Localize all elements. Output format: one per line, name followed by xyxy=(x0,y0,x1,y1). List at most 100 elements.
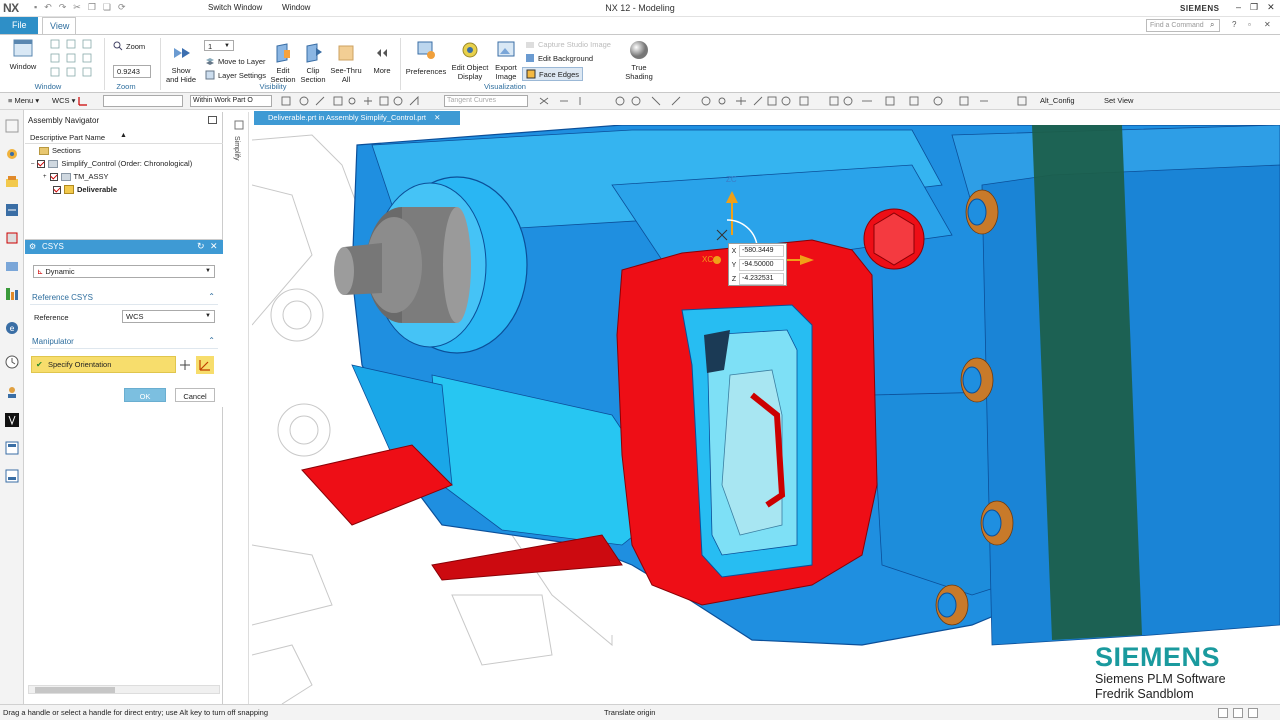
move-to-layer-button[interactable]: Move to Layer xyxy=(205,56,266,66)
tree-row-sections[interactable]: Sections xyxy=(39,146,81,155)
visibility-checkbox[interactable] xyxy=(37,159,46,168)
scrollbar-thumb[interactable] xyxy=(35,687,115,693)
tab-close-icon[interactable]: ✕ xyxy=(434,113,440,122)
show-hide-icon xyxy=(174,48,190,58)
pin-icon[interactable] xyxy=(234,120,244,130)
tab-file[interactable]: File xyxy=(0,17,38,34)
panel-maximize-icon[interactable] xyxy=(208,116,217,124)
system-scenes-icon[interactable] xyxy=(4,412,20,428)
tree-row-simplify-control[interactable]: – Simplify_Control (Order: Chronological… xyxy=(31,159,192,168)
xc-axis-label: XC xyxy=(702,255,714,264)
y-coordinate-field[interactable]: -94.50000 xyxy=(739,259,784,271)
roles-icon[interactable] xyxy=(4,384,20,400)
close-small-icon[interactable]: ✕ xyxy=(1264,20,1271,29)
reference-csys-section[interactable]: Reference CSYS ⌃ xyxy=(30,291,218,305)
config-select[interactable]: Alt_Config xyxy=(1040,96,1075,105)
graphics-viewport[interactable]: ZC XC X -580.3449 Y -94.50000 Z -4.232531 S… xyxy=(252,125,1280,704)
undo-icon[interactable]: ↶ xyxy=(44,2,52,13)
part-navigator-icon[interactable] xyxy=(4,174,20,190)
specify-orientation-field[interactable]: ✔ Specify Orientation xyxy=(31,356,176,373)
document-tab[interactable]: Deliverable.prt in Assembly Simplify_Con… xyxy=(254,111,460,125)
see-thru-all-button[interactable]: See-Thru All xyxy=(330,42,362,84)
snap-point-icons[interactable] xyxy=(280,96,1030,107)
hd3d-tools-icon[interactable] xyxy=(4,230,20,246)
reference-select[interactable]: WCS ▼ xyxy=(122,310,215,323)
visibility-checkbox[interactable] xyxy=(53,185,61,194)
visibility-checkbox[interactable] xyxy=(49,172,58,181)
true-shading-button[interactable]: True Shading xyxy=(622,39,656,81)
zoom-button[interactable]: Zoom xyxy=(113,41,145,51)
constraint-navigator-icon[interactable] xyxy=(4,146,20,162)
reset-icon[interactable]: ↻ xyxy=(197,241,205,252)
z-coordinate-field[interactable]: -4.232531 xyxy=(739,273,784,285)
cancel-button[interactable]: Cancel xyxy=(175,388,215,402)
work-layer-select[interactable]: 1 ▼ xyxy=(204,40,234,51)
palette-icon-2[interactable] xyxy=(4,468,20,484)
switch-window-button[interactable]: Switch Window xyxy=(208,3,262,12)
close-icon[interactable]: ✕ xyxy=(210,241,218,252)
window-button[interactable]: Window xyxy=(8,38,38,71)
menu-button[interactable]: ≡ Menu ▾ xyxy=(8,96,39,105)
collapse-icon[interactable]: – xyxy=(31,161,34,167)
show-and-hide-button[interactable]: Show and Hide xyxy=(164,42,198,84)
layer-settings-button[interactable]: Layer Settings xyxy=(205,70,266,80)
capture-studio-image-button[interactable]: Capture Studio Image xyxy=(525,39,611,49)
close-icon[interactable]: ✕ xyxy=(1267,2,1275,13)
command-search-input[interactable]: Find a Command xyxy=(1146,19,1220,32)
zoom-scale-field[interactable]: 0.9243 xyxy=(113,65,151,78)
cut-icon[interactable]: ✂ xyxy=(73,2,81,13)
tab-view[interactable]: View xyxy=(42,17,76,34)
repeat-icon[interactable]: ⟳ xyxy=(118,2,126,13)
tree-row-tm-assy[interactable]: + TM_ASSY xyxy=(43,172,109,181)
search-icon[interactable]: ⌕ xyxy=(1210,20,1214,30)
x-coordinate-field[interactable]: -580.3449 xyxy=(739,245,784,257)
preferences-button[interactable]: Preferences xyxy=(404,39,448,76)
simplify-tab[interactable]: Simplify xyxy=(233,136,240,161)
layers-icon xyxy=(206,58,214,65)
navigator-horizontal-scrollbar[interactable] xyxy=(28,685,220,694)
edit-object-display-button[interactable]: Edit Object Display xyxy=(450,39,490,81)
process-studio-icon[interactable]: e xyxy=(4,320,20,336)
csys-icon[interactable] xyxy=(78,96,88,106)
assembly-navigator-icon[interactable] xyxy=(4,118,20,134)
edit-background-button[interactable]: Edit Background xyxy=(525,53,593,63)
copy-icon[interactable]: ❐ xyxy=(88,2,96,13)
clip-section-button[interactable]: Clip Section xyxy=(298,42,328,84)
help-icon[interactable]: ? xyxy=(1232,20,1236,29)
folder-icon xyxy=(39,146,49,155)
more-button[interactable]: More xyxy=(368,42,396,75)
paste-icon[interactable]: ❏ xyxy=(103,2,111,13)
edit-section-button[interactable]: Edit Section xyxy=(268,42,298,84)
orient-csys-icon[interactable] xyxy=(196,356,214,374)
status-window-icon-1[interactable] xyxy=(1218,708,1228,718)
part-icon xyxy=(64,185,74,194)
gearbox-model[interactable] xyxy=(252,125,1280,704)
clock-icon[interactable] xyxy=(4,354,20,370)
point-dialog-icon[interactable] xyxy=(178,358,192,372)
export-image-button[interactable]: Export Image xyxy=(490,39,522,81)
reuse-library-icon[interactable] xyxy=(4,202,20,218)
restore-small-icon[interactable]: ▫ xyxy=(1248,20,1251,29)
minimize-icon[interactable]: – xyxy=(1236,2,1241,13)
tree-row-deliverable[interactable]: Deliverable xyxy=(53,185,117,194)
csys-type-select[interactable]: ⊾ Dynamic ▼ xyxy=(33,265,215,278)
history-icon[interactable] xyxy=(4,286,20,302)
redo-icon[interactable]: ↷ xyxy=(59,2,67,13)
status-window-icon-2[interactable] xyxy=(1233,708,1243,718)
status-window-icon-3[interactable] xyxy=(1248,708,1258,718)
expand-icon[interactable]: + xyxy=(43,174,47,180)
wcs-menu[interactable]: WCS ▾ xyxy=(52,96,75,105)
palette-icon-1[interactable] xyxy=(4,440,20,456)
face-edges-toggle[interactable]: Face Edges xyxy=(522,67,584,81)
restore-icon[interactable]: ❐ xyxy=(1250,2,1258,13)
gear-icon[interactable]: ⚙ xyxy=(29,242,36,251)
set-view-button[interactable]: Set View xyxy=(1104,96,1133,105)
save-icon[interactable]: ▪ xyxy=(34,2,37,13)
navigator-column-header[interactable]: Descriptive Part Name ▲ xyxy=(25,131,223,144)
web-browser-icon[interactable] xyxy=(4,258,20,274)
selection-scope-select[interactable]: Within Work Part O xyxy=(190,95,272,107)
type-filter-select[interactable] xyxy=(103,95,183,107)
manipulator-section[interactable]: Manipulator ⌃ xyxy=(30,335,218,349)
ok-button[interactable]: OK xyxy=(124,388,166,402)
window-menu[interactable]: Window xyxy=(282,3,310,12)
